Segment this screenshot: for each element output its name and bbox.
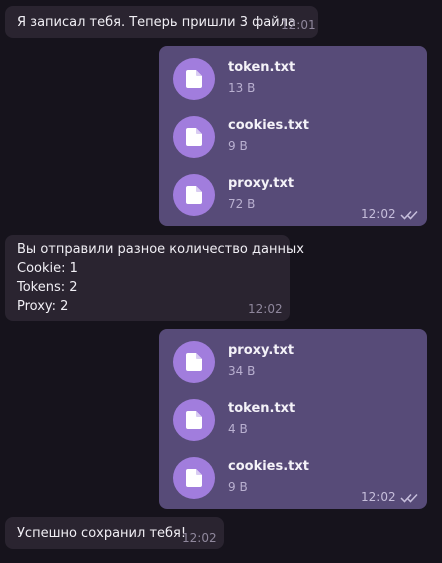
message-line: Cookie: 1 — [17, 261, 78, 276]
file-icon[interactable] — [173, 174, 215, 216]
incoming-message[interactable]: Вы отправили разное количество данных Co… — [5, 235, 304, 321]
file-attachment[interactable]: token.txt 13 B — [173, 58, 373, 100]
outgoing-file-message[interactable]: proxy.txt 34 B token.txt 4 B cookies.txt… — [159, 329, 427, 509]
file-name: token.txt — [228, 60, 296, 75]
file-name: cookies.txt — [228, 459, 309, 474]
file-attachment[interactable]: cookies.txt 9 B — [173, 116, 373, 158]
file-icon[interactable] — [173, 457, 215, 499]
file-attachment[interactable]: proxy.txt 72 B — [173, 174, 373, 216]
message-time: 12:01 — [281, 18, 316, 32]
file-size: 34 B — [228, 364, 256, 378]
file-size: 9 B — [228, 480, 248, 494]
message-time: 12:02 — [361, 207, 396, 221]
message-line: Proxy: 2 — [17, 299, 69, 314]
file-attachment[interactable]: token.txt 4 B — [173, 399, 373, 441]
file-icon[interactable] — [173, 399, 215, 441]
file-name: token.txt — [228, 401, 296, 416]
outgoing-file-message[interactable]: token.txt 13 B cookies.txt 9 B proxy.txt… — [159, 46, 427, 226]
file-attachment[interactable]: cookies.txt 9 B — [173, 457, 373, 499]
incoming-message[interactable]: Успешно сохранил тебя! 12:02 — [5, 517, 224, 549]
file-icon[interactable] — [173, 58, 215, 100]
file-size: 72 B — [228, 197, 256, 211]
file-size: 4 B — [228, 422, 248, 436]
file-name: proxy.txt — [228, 176, 295, 191]
file-name: cookies.txt — [228, 118, 309, 133]
message-time: 12:02 — [182, 531, 217, 545]
incoming-message[interactable]: Я записал тебя. Теперь пришли 3 файла 12… — [5, 6, 318, 38]
file-icon[interactable] — [173, 116, 215, 158]
message-time: 12:02 — [361, 490, 396, 504]
file-name: proxy.txt — [228, 343, 295, 358]
file-size: 13 B — [228, 81, 256, 95]
file-attachment[interactable]: proxy.txt 34 B — [173, 341, 373, 383]
message-time: 12:02 — [248, 302, 283, 316]
file-size: 9 B — [228, 139, 248, 153]
file-icon[interactable] — [173, 341, 215, 383]
message-text: Успешно сохранил тебя! — [17, 526, 187, 541]
message-line: Tokens: 2 — [17, 280, 78, 295]
double-check-icon — [400, 210, 418, 220]
message-line: Вы отправили разное количество данных — [17, 242, 304, 257]
double-check-icon — [400, 493, 418, 503]
message-text: Я записал тебя. Теперь пришли 3 файла — [17, 15, 296, 30]
